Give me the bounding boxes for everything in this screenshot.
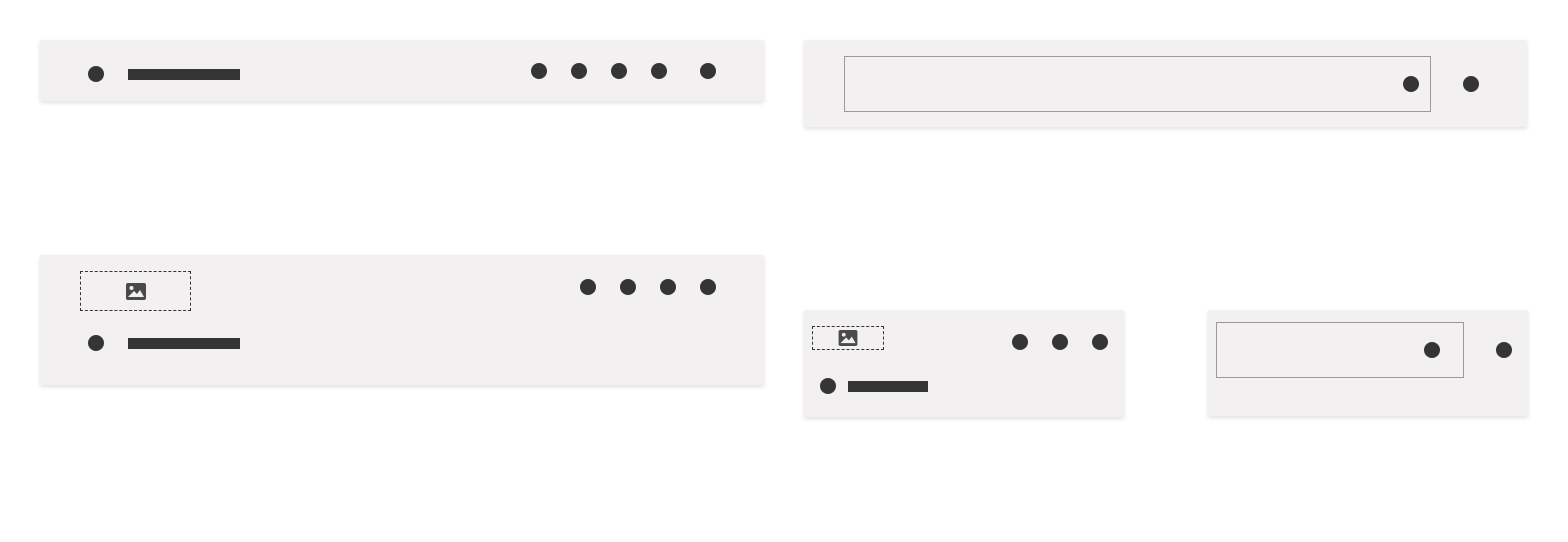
nav-icon-3[interactable] [1092,334,1108,350]
nav-icon-1[interactable] [531,63,547,79]
image-icon [838,330,858,346]
action-icon[interactable] [1463,76,1479,92]
title-placeholder [128,69,240,80]
compact-search-header-bar [1208,310,1528,416]
search-header-bar [804,40,1527,127]
nav-icon-1[interactable] [1012,334,1028,350]
search-input[interactable] [1216,322,1464,378]
compact-logo-header-bar [804,310,1124,417]
nav-icon-4[interactable] [700,279,716,295]
search-icon[interactable] [1424,342,1440,358]
title-placeholder [848,381,928,392]
nav-icon-2[interactable] [1052,334,1068,350]
title-placeholder [128,338,240,349]
menu-icon[interactable] [88,66,104,82]
logo-placeholder[interactable] [80,271,191,311]
logo-header-bar [40,255,764,385]
image-icon [125,282,146,300]
desktop-header-bar [40,40,764,101]
menu-icon[interactable] [820,378,836,394]
nav-icon-1[interactable] [580,279,596,295]
menu-icon[interactable] [88,335,104,351]
nav-icon-4[interactable] [651,63,667,79]
search-icon[interactable] [1403,76,1419,92]
nav-icon-5[interactable] [700,63,716,79]
nav-icon-2[interactable] [571,63,587,79]
action-icon[interactable] [1496,342,1512,358]
nav-icon-3[interactable] [611,63,627,79]
logo-placeholder[interactable] [812,326,884,350]
search-input[interactable] [844,56,1431,112]
nav-icon-2[interactable] [620,279,636,295]
nav-icon-3[interactable] [660,279,676,295]
